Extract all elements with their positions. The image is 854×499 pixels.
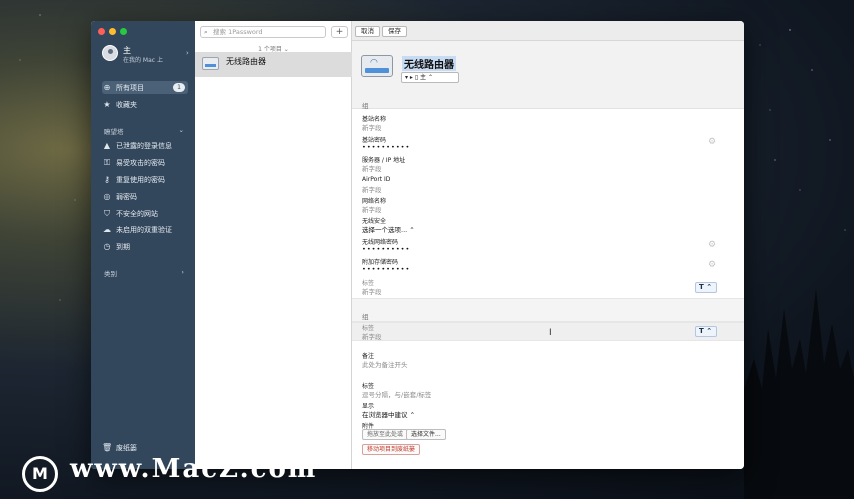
sidebar-item-favorites[interactable]: ★ 收藏夹 [102,98,188,111]
cloud-icon: ☁ [103,225,111,234]
section-label[interactable]: 组 [362,311,369,321]
sidebar-item-label: 重复使用的密码 [116,175,165,184]
search-input[interactable]: ⌕ 搜索 1Password [200,26,326,38]
detail-pane: 取消 保存 ◠ 无线路由器 ▾ ▸ ▯ 主 ⌃ 组 基站名称 新字段 基站密码 … [352,21,744,469]
account-location: 在我的 Mac 上 [123,57,163,64]
key-icon: ⚷ [104,175,110,184]
gear-icon[interactable]: ⚙ [708,240,716,250]
pine-trees-silhouette [744,289,854,499]
account-switcher[interactable]: 主 在我的 Mac 上 › [102,45,192,67]
sidebar-item-compromised-logins[interactable]: ▲ 已泄露的登录信息 [102,139,188,152]
field-value[interactable]: 新字段 [362,286,382,296]
count-badge: 1 [173,83,185,92]
tags-input[interactable]: 逗号分隔，与/嵌套/标签 [362,389,431,399]
clock-icon: ◷ [103,242,111,251]
cancel-button[interactable]: 取消 [355,26,380,37]
security-select[interactable]: 选择一个选项... ⌃ [362,224,415,234]
macz-logo: M [22,456,58,492]
sidebar: 主 在我的 Mac 上 › ⊕ 所有项目 1 ★ 收藏夹 瞭望塔 ⌄ ▲ 已泄露… [91,21,195,469]
text-cursor-icon: I [549,328,552,338]
sidebar-item-label: 到期 [116,242,130,251]
sidebar-item-all-items[interactable]: ⊕ 所有项目 1 [102,81,188,94]
drop-zone[interactable]: 拖放至此处或 [362,429,409,440]
gear-icon[interactable]: ⚙ [708,137,716,147]
list-item[interactable]: 无线路由器 [195,52,352,77]
sidebar-item-expiring[interactable]: ◷ 到期 [102,240,188,253]
sidebar-item-label: 废纸篓 [116,443,137,452]
chevron-right-icon: › [186,49,189,57]
field-value[interactable]: 新字段 [362,184,382,194]
list-item-title: 无线路由器 [226,57,266,66]
router-icon [202,57,219,70]
circle-icon: ◎ [103,192,111,201]
sidebar-item-label: 未启用的双重验证 [116,225,172,234]
close-button[interactable] [98,28,105,35]
grid-icon: ⊕ [103,83,111,92]
section-divider [352,298,744,322]
field-value[interactable]: 新字段 [362,122,382,132]
field-type-selector[interactable]: T ⌃ [695,326,717,337]
sidebar-item-reused-passwords[interactable]: ⚷ 重复使用的密码 [102,173,188,186]
field-value[interactable]: 新字段 [362,204,382,214]
vault-selector[interactable]: ▾ ▸ ▯ 主 ⌃ [401,72,459,83]
search-icon: ⌕ [204,28,208,36]
router-icon[interactable]: ◠ [361,55,393,77]
warning-icon: ▲ [103,141,111,150]
password-field[interactable]: •••••••••• [362,245,410,253]
item-title-field[interactable]: 无线路由器 [402,56,456,71]
add-item-button[interactable]: + [331,26,348,38]
field-row-highlight [352,322,744,341]
sidebar-item-label: 弱密码 [116,192,137,201]
sidebar-item-trash[interactable]: 🗑 废纸篓 [102,441,188,454]
sidebar-item-label: 收藏夹 [116,100,137,109]
chevron-right-icon: › [181,268,184,276]
section-label[interactable]: 组 [362,100,369,110]
field-type-selector[interactable]: T ⌃ [695,282,717,293]
chevron-down-icon: ⌄ [178,126,184,134]
password-field[interactable]: •••••••••• [362,143,410,151]
sidebar-item-two-factor[interactable]: ☁ 未启用的双重验证 [102,223,188,236]
field-label[interactable]: AirPort ID [362,176,390,183]
sidebar-item-label: 不安全的网站 [116,209,158,218]
key-icon: ⚿ [103,157,111,167]
sidebar-item-label: 易受攻击的密码 [116,158,165,167]
sidebar-item-unsecured-websites[interactable]: ⛉ 不安全的网站 [102,207,188,220]
trash-icon: 🗑 [102,443,113,452]
save-button[interactable]: 保存 [382,26,407,37]
star-icon: ★ [103,100,111,109]
sidebar-item-label: 所有项目 [116,83,144,92]
item-list-pane: ⌕ 搜索 1Password + 1 个项目 ⌄ 无线路由器 [195,21,352,469]
choose-file-button[interactable]: 选择文件... [406,429,446,440]
move-to-trash-button[interactable]: 移动项目到废纸篓 [362,444,421,455]
shield-icon: ⛉ [104,208,110,218]
zoom-button[interactable] [120,28,127,35]
app-window: 主 在我的 Mac 上 › ⊕ 所有项目 1 ★ 收藏夹 瞭望塔 ⌄ ▲ 已泄露… [91,21,744,469]
categories-header[interactable]: 类别 › [104,268,184,278]
section-label: 瞭望塔 [104,128,124,136]
password-field[interactable]: •••••••••• [362,265,410,273]
sidebar-item-weak-passwords[interactable]: ◎ 弱密码 [102,190,188,203]
field-value[interactable]: 新字段 [362,163,382,173]
avatar [102,45,118,61]
search-placeholder: 搜索 1Password [213,28,263,36]
minimize-button[interactable] [109,28,116,35]
display-select[interactable]: 在浏览器中建议 ⌃ [362,409,415,419]
gear-icon[interactable]: ⚙ [708,260,716,270]
field-value[interactable]: 新字段 [362,331,382,341]
window-controls [98,28,127,35]
notes-input[interactable]: 此处为备注开头 [362,359,408,369]
edit-toolbar: 取消 保存 [352,21,744,41]
watchtower-header[interactable]: 瞭望塔 ⌄ [104,126,184,136]
sidebar-item-vulnerable-passwords[interactable]: ⚿ 易受攻击的密码 [102,156,188,169]
section-label: 类别 [104,270,117,278]
item-header: ◠ 无线路由器 ▾ ▸ ▯ 主 ⌃ [352,41,744,109]
watermark-text: www.MacZ.com [70,454,318,484]
sidebar-item-label: 已泄露的登录信息 [116,141,172,150]
